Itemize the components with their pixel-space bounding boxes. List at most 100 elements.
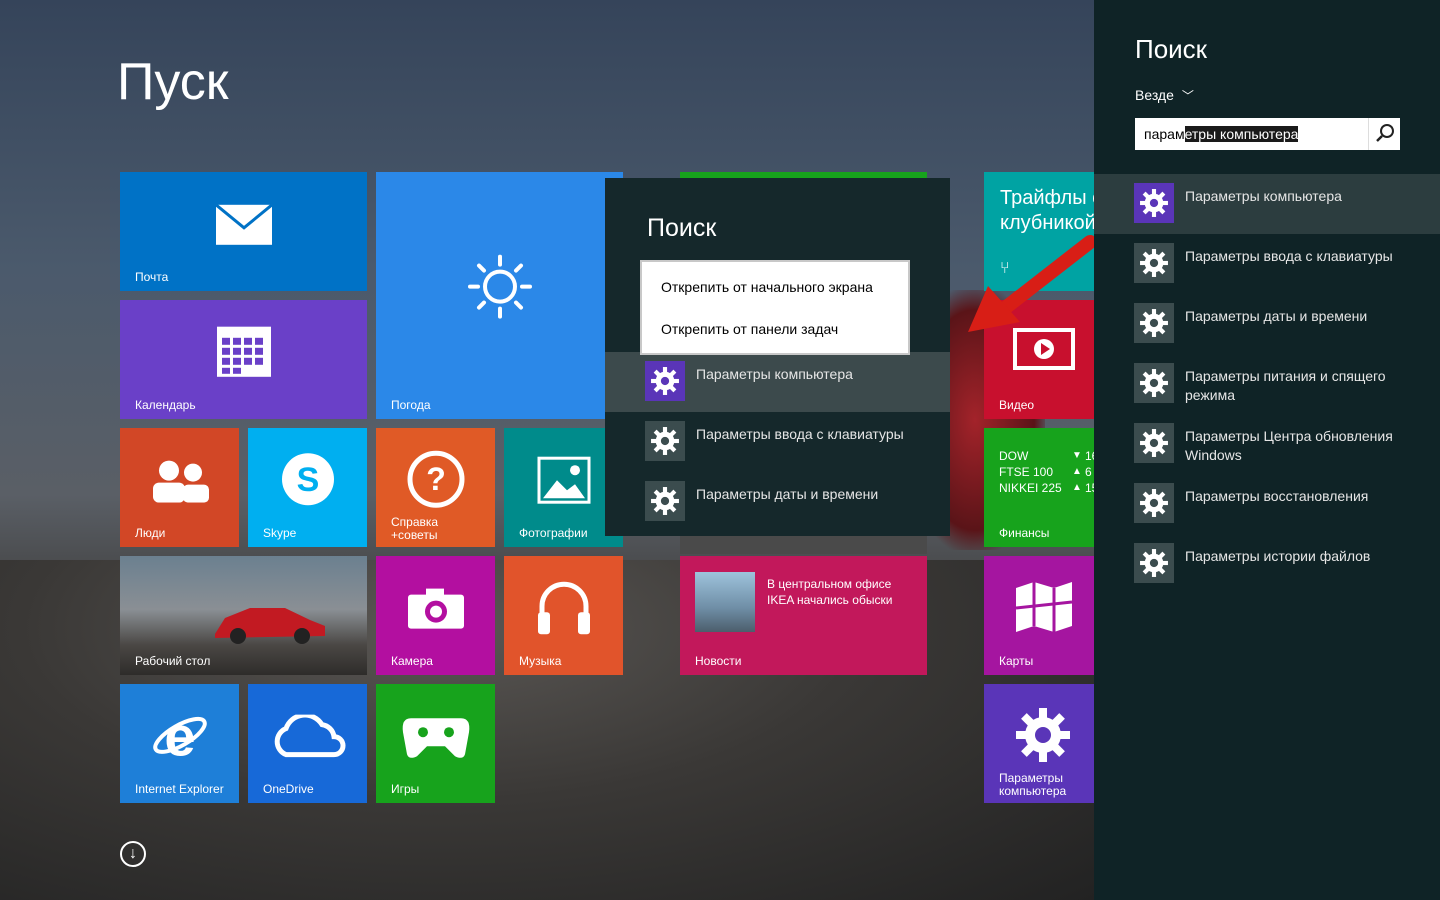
search-query: параметры компьютера xyxy=(1144,126,1299,142)
people-icon xyxy=(149,458,211,507)
tile-label: Рабочий стол xyxy=(135,654,211,668)
search-query-plain: парам xyxy=(1144,126,1185,142)
tile-label: Справка +советы xyxy=(391,516,438,542)
finance-trend: ▼ xyxy=(1072,450,1082,461)
tile-desktop[interactable]: Рабочий стол xyxy=(120,556,367,675)
result-label: Параметры ввода с клавиатуры xyxy=(696,426,904,442)
search-button[interactable] xyxy=(1368,118,1400,150)
tile-label: Календарь xyxy=(135,398,196,412)
charm-result-item[interactable]: Параметры восстановления xyxy=(1094,474,1440,534)
all-apps-button[interactable]: ↓ xyxy=(120,841,146,867)
finance-row: DOW ▼ 16 xyxy=(999,448,1094,464)
tile-news[interactable]: В центральном офисе IKEA начались обыски… xyxy=(680,556,927,675)
mail-icon xyxy=(214,203,273,250)
gear-icon xyxy=(1134,303,1174,343)
finance-name: DOW xyxy=(999,449,1029,463)
tile-label: Погода xyxy=(391,398,431,412)
result-label: Параметры даты и времени xyxy=(696,486,879,502)
context-menu-unpin-taskbar[interactable]: Открепить от панели задач xyxy=(661,321,838,337)
help-icon: ? xyxy=(407,450,465,513)
tile-weather[interactable]: Погода xyxy=(376,172,623,419)
popup-result-item[interactable]: Параметры компьютера xyxy=(605,352,950,412)
popup-result-item[interactable]: Параметры ввода с клавиатуры xyxy=(605,412,950,472)
charm-result-item[interactable]: Параметры даты и времени xyxy=(1094,294,1440,354)
red-arrow-annotation xyxy=(950,200,1100,345)
gear-icon xyxy=(1134,183,1174,223)
start-title: Пуск xyxy=(117,53,229,111)
tile-mail[interactable]: Почта xyxy=(120,172,367,291)
tile-maps[interactable]: Карты xyxy=(984,556,1094,675)
tile-skype[interactable]: S Skype xyxy=(248,428,367,547)
tile-internet-explorer[interactable]: e Internet Explorer xyxy=(120,684,239,803)
scope-label: Везде xyxy=(1135,87,1174,103)
tile-label: Видео xyxy=(999,398,1035,412)
sun-icon xyxy=(467,254,532,323)
svg-text:S: S xyxy=(296,461,319,499)
charm-result-item[interactable]: Параметры Центра обновления Windows xyxy=(1094,414,1440,474)
tile-games[interactable]: Игры xyxy=(376,684,495,803)
finance-value: 16 xyxy=(1085,449,1094,463)
finance-name: FTSE 100 xyxy=(999,465,1054,479)
gear-icon xyxy=(1134,423,1174,463)
news-headline: В центральном офисе IKEA начались обыски xyxy=(767,576,892,608)
popup-title: Поиск xyxy=(647,214,717,242)
map-icon xyxy=(1014,580,1074,637)
tile-camera[interactable]: Камера xyxy=(376,556,495,675)
tile-label: Игры xyxy=(391,782,420,796)
tile-label: Skype xyxy=(263,526,297,540)
news-image xyxy=(695,572,755,632)
finance-name: NIKKEI 225 xyxy=(999,481,1062,495)
tile-pc-settings[interactable]: Параметры компьютера xyxy=(984,684,1094,803)
chevron-down-icon: ﹀ xyxy=(1181,89,1194,103)
charm-result-item[interactable]: Параметры питания и спящего режима xyxy=(1094,354,1440,414)
tile-finance[interactable]: DOW ▼ 16 FTSE 100 ▲ 6 NIKKEI 225 ▲ 15 Фи… xyxy=(984,428,1094,547)
gear-icon xyxy=(645,421,685,461)
headphones-icon xyxy=(536,578,592,641)
finance-table: DOW ▼ 16 FTSE 100 ▲ 6 NIKKEI 225 ▲ 15 xyxy=(999,448,1094,496)
result-label: Параметры компьютера xyxy=(696,366,853,382)
search-input[interactable]: параметры компьютера xyxy=(1135,118,1400,150)
result-label: Параметры питания и спящего режима xyxy=(1185,368,1386,403)
tile-label: Почта xyxy=(135,270,169,284)
search-popup: Поиск Параметры компьютера Параметры вво… xyxy=(605,178,950,536)
gear-icon xyxy=(645,481,685,521)
search-query-selected: етры компьютера xyxy=(1184,126,1299,142)
gear-icon xyxy=(1134,483,1174,523)
news-headline-line1: В центральном офисе xyxy=(767,577,892,591)
charm-result-item[interactable]: Параметры истории файлов xyxy=(1094,534,1440,594)
tile-people[interactable]: Люди xyxy=(120,428,239,547)
tile-label: Карты xyxy=(999,654,1034,668)
tile-label: Параметры компьютера xyxy=(999,772,1066,798)
finance-value: 15 xyxy=(1085,481,1094,495)
gear-icon xyxy=(1014,706,1072,769)
tile-label: Музыка xyxy=(519,654,562,668)
popup-result-item[interactable]: Параметры даты и времени xyxy=(605,472,950,532)
tile-music[interactable]: Музыка xyxy=(504,556,623,675)
tile-label: Internet Explorer xyxy=(135,782,224,796)
tile-label: Финансы xyxy=(999,526,1050,540)
context-menu: Открепить от начального экрана Открепить… xyxy=(640,260,910,355)
tile-label: Камера xyxy=(391,654,433,668)
tile-onedrive[interactable]: OneDrive xyxy=(248,684,367,803)
gamepad-icon xyxy=(401,712,471,765)
charm-result-item[interactable]: Параметры компьютера xyxy=(1094,174,1440,234)
calendar-icon xyxy=(216,325,272,382)
finance-trend: ▲ xyxy=(1072,466,1082,477)
charm-result-item[interactable]: Параметры ввода с клавиатуры xyxy=(1094,234,1440,294)
result-label: Параметры компьютера xyxy=(1185,188,1342,204)
context-menu-unpin-start[interactable]: Открепить от начального экрана xyxy=(661,279,873,295)
result-label: Параметры даты и времени xyxy=(1185,308,1368,324)
result-label: Параметры восстановления xyxy=(1185,488,1369,504)
result-label: Параметры ввода с клавиатуры xyxy=(1185,248,1393,264)
desktop-car-image xyxy=(210,596,330,646)
gear-icon xyxy=(1134,363,1174,403)
gear-icon xyxy=(645,361,685,401)
finance-row: NIKKEI 225 ▲ 15 xyxy=(999,480,1094,496)
tile-news-image-top[interactable] xyxy=(680,536,927,554)
tile-label-line2: +советы xyxy=(391,528,438,542)
tile-label-line1: Справка xyxy=(391,515,439,529)
tile-help[interactable]: ? Справка +советы xyxy=(376,428,495,547)
tile-calendar[interactable]: Календарь xyxy=(120,300,367,419)
search-scope-dropdown[interactable]: Везде ﹀ xyxy=(1135,87,1194,104)
tile-label: Новости xyxy=(695,654,742,668)
